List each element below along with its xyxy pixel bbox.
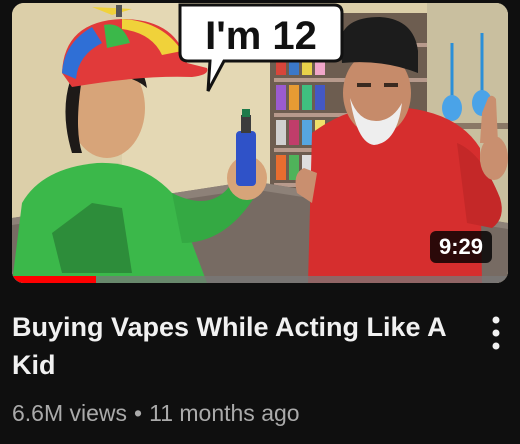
duration-badge: 9:29: [429, 231, 492, 263]
video-card[interactable]: I'm 12 9:29 Buying Vapes While Acting Li…: [0, 0, 520, 444]
view-count: 6.6M views: [12, 400, 128, 426]
video-title[interactable]: Buying Vapes While Acting Like A Kid: [12, 308, 452, 384]
more-vert-icon: [492, 316, 500, 350]
metadata-separator: •: [134, 400, 143, 426]
more-options-button[interactable]: [482, 313, 510, 353]
watch-progress-fill: [12, 276, 97, 283]
upload-age: 11 months ago: [149, 400, 300, 426]
watch-progress-bar: [12, 276, 508, 283]
thumbnail-caption: I'm 12: [205, 14, 317, 58]
video-metadata: 6.6M views • 11 months ago: [12, 398, 508, 428]
video-details: Buying Vapes While Acting Like A Kid 6.6…: [12, 308, 508, 428]
video-thumbnail[interactable]: I'm 12 9:29: [12, 3, 508, 283]
